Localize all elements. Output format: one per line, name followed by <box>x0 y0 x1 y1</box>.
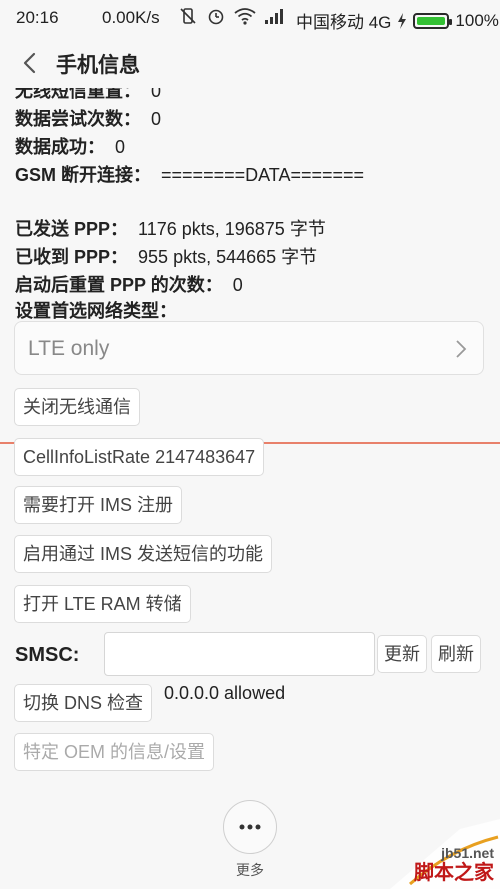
ims-register-button[interactable]: 需要打开 IMS 注册 <box>14 486 183 524</box>
info-row-ppp-sent: 已发送 PPP： 1176 pkts, 196875 字节 <box>15 215 326 241</box>
status-bar: 20:16 0.00K/s 中国移动 4G 100% <box>0 0 500 36</box>
info-label: 已收到 PPP： <box>15 247 129 267</box>
info-label: 无线短信重置： <box>15 88 141 101</box>
info-value: 1176 pkts, 196875 字节 <box>138 219 326 239</box>
smsc-input[interactable] <box>104 632 375 676</box>
charging-icon <box>398 12 407 29</box>
radio-off-button[interactable]: 关闭无线通信 <box>14 388 140 426</box>
info-label: 已发送 PPP： <box>15 219 129 239</box>
carrier-label: 中国移动 4G <box>296 13 392 32</box>
battery-percent: 100% <box>455 10 499 30</box>
status-time: 20:16 <box>16 8 59 27</box>
more-label: 更多 <box>236 862 264 878</box>
status-right: 中国移动 4G 100% <box>296 8 499 33</box>
cellinfo-rate-button[interactable]: CellInfoListRate 2147483647 <box>14 438 265 476</box>
info-value: 0 <box>232 275 243 295</box>
info-value: ========DATA======= <box>161 165 365 185</box>
info-row-sms-reset: 无线短信重置： 0 <box>15 88 161 103</box>
chevron-right-icon <box>456 340 467 358</box>
watermark: jb51.net 脚本之家 <box>390 819 500 889</box>
wifi-icon <box>234 8 256 25</box>
smsc-label: SMSC: <box>15 644 80 666</box>
network-type-select[interactable]: LTE only <box>14 321 484 375</box>
status-icons <box>178 6 286 26</box>
info-row-preferred-network: 设置首选网络类型： <box>15 297 187 323</box>
battery-icon <box>413 12 453 29</box>
watermark-name: 脚本之家 <box>414 862 494 884</box>
info-label: GSM 断开连接： <box>15 165 152 185</box>
network-speed: 0.00K/s <box>102 8 160 27</box>
more-button[interactable] <box>223 800 277 854</box>
page-title: 手机信息 <box>56 54 140 77</box>
info-row-gsm-disconnect: GSM 断开连接： ========DATA======= <box>15 161 364 187</box>
oem-settings-button[interactable]: 特定 OEM 的信息/设置 <box>14 733 215 771</box>
vibrate-off-icon <box>180 8 196 24</box>
network-type-value: LTE only <box>28 337 110 360</box>
info-row-data-success: 数据成功： 0 <box>15 133 125 159</box>
info-value: 0 <box>115 137 126 157</box>
dns-status: 0.0.0.0 allowed <box>164 683 286 703</box>
info-row-data-attempts: 数据尝试次数： 0 <box>15 105 161 131</box>
back-arrow-icon[interactable] <box>18 50 42 76</box>
alarm-icon <box>208 9 224 25</box>
lte-ram-dump-button[interactable]: 打开 LTE RAM 转储 <box>14 585 191 623</box>
ims-sms-button[interactable]: 启用通过 IMS 发送短信的功能 <box>14 535 273 573</box>
info-row-ppp-resets: 启动后重置 PPP 的次数： 0 <box>15 271 243 297</box>
more-dots-icon <box>239 824 261 830</box>
smsc-refresh-button[interactable]: 刷新 <box>431 635 481 673</box>
info-value: 955 pkts, 544665 字节 <box>138 247 318 267</box>
info-label: 设置首选网络类型： <box>15 301 177 321</box>
app-header: 手机信息 <box>0 36 500 90</box>
signal-icon <box>265 9 283 24</box>
info-label: 启动后重置 PPP 的次数： <box>15 275 223 295</box>
info-label: 数据成功： <box>15 137 105 157</box>
info-value: 0 <box>151 109 162 129</box>
more-menu[interactable]: 更多 <box>220 800 280 880</box>
info-label: 数据尝试次数： <box>15 109 141 129</box>
phone-info-content[interactable]: 无线短信重置： 0 数据尝试次数： 0 数据成功： 0 GSM 断开连接： ======… <box>0 88 500 889</box>
info-value: 0 <box>151 88 162 101</box>
info-row-ppp-received: 已收到 PPP： 955 pkts, 544665 字节 <box>15 243 317 269</box>
dns-check-button[interactable]: 切换 DNS 检查 <box>14 684 153 722</box>
smsc-update-button[interactable]: 更新 <box>377 635 427 673</box>
